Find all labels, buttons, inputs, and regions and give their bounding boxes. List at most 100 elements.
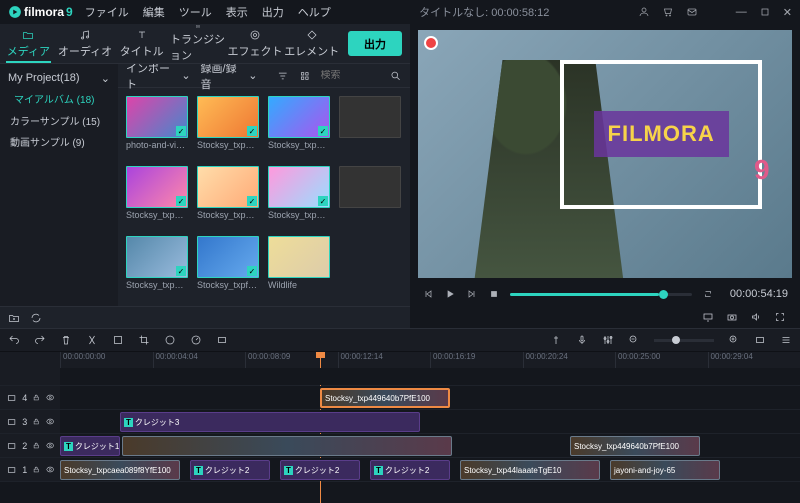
split-icon[interactable]	[86, 334, 98, 346]
timeline: 00:00:00:0000:00:04:0400:00:08:0900:00:1…	[0, 352, 800, 503]
tab-transitions[interactable]: トランジション	[170, 24, 227, 63]
media-thumb[interactable]: ✓Stocksy_txp12c3f4...	[268, 96, 331, 158]
zoom-fit-icon[interactable]	[754, 334, 766, 346]
timeline-clip[interactable]: Stocksy_txp449640b7PfE100	[320, 388, 450, 408]
timeline-clip[interactable]: Tクレジット1	[60, 436, 120, 456]
fullscreen-icon[interactable]	[774, 311, 786, 323]
lock-icon[interactable]	[32, 465, 40, 474]
grid-view-icon[interactable]	[299, 70, 311, 82]
track-body[interactable]: Tクレジット3	[60, 410, 800, 433]
eye-icon[interactable]	[46, 417, 54, 426]
export-button[interactable]: 出力	[348, 31, 402, 56]
media-thumb[interactable]: ✓Stocksy_txp449640...	[197, 166, 260, 228]
lock-icon[interactable]	[32, 393, 40, 402]
close-button[interactable]: ✕	[783, 6, 792, 19]
marker-icon[interactable]	[550, 334, 562, 346]
project-folder[interactable]: My Project(18)⌄	[6, 68, 112, 89]
stop-button[interactable]	[488, 288, 500, 300]
track-body[interactable]: Stocksy_txp449640b7PfE100	[60, 386, 800, 409]
undo-icon[interactable]	[8, 334, 20, 346]
tab-media[interactable]: メディア	[0, 24, 57, 63]
sidebar-item-video[interactable]: 動画サンプル (9)	[6, 131, 112, 152]
menu-view[interactable]: 表示	[226, 4, 248, 20]
eye-icon[interactable]	[46, 393, 54, 402]
my-album[interactable]: マイアルバム (18)	[6, 89, 112, 110]
media-thumb[interactable]: ✓Stocksy_txpcaea08...	[126, 236, 189, 298]
cart-icon[interactable]	[662, 6, 674, 18]
checkmark-icon: ✓	[247, 126, 257, 136]
preview-scrubber[interactable]	[510, 293, 692, 296]
media-thumb[interactable]: Wildlife	[268, 236, 331, 298]
delete-icon[interactable]	[60, 334, 72, 346]
zoom-slider[interactable]	[654, 339, 714, 342]
media-thumb[interactable]: ✓Stocksy_txpa6341a...	[268, 166, 331, 228]
menu-file[interactable]: ファイル	[85, 4, 129, 20]
media-thumb[interactable]: ✓Stocksy_txpfd042c...	[197, 236, 260, 298]
speed-icon[interactable]	[190, 334, 202, 346]
tab-elements[interactable]: エレメント	[283, 24, 340, 63]
eye-icon[interactable]	[46, 465, 54, 474]
add-folder-icon[interactable]	[8, 312, 20, 324]
timeline-clip[interactable]: Tクレジット2	[280, 460, 360, 480]
redo-icon[interactable]	[34, 334, 46, 346]
tab-titles[interactable]: タイトル	[113, 24, 170, 63]
color-icon[interactable]	[164, 334, 176, 346]
timeline-clip[interactable]: Tクレジット3	[120, 412, 420, 432]
timeline-clip[interactable]: Stocksy_txpcaea089f8YfE100	[60, 460, 180, 480]
play-button[interactable]	[444, 288, 456, 300]
maximize-button[interactable]	[759, 6, 771, 18]
track-body[interactable]: Tクレジット1 Stocksy_txp449640b7PfE100	[60, 434, 800, 457]
voiceover-icon[interactable]	[576, 334, 588, 346]
media-thumb[interactable]: ✓photo-and-video-e...	[126, 96, 189, 158]
loop-icon[interactable]	[702, 288, 714, 300]
volume-icon[interactable]	[750, 311, 762, 323]
track-head[interactable]: 4	[0, 386, 60, 409]
display-icon[interactable]	[702, 311, 714, 323]
menu-tools[interactable]: ツール	[179, 4, 212, 20]
crop-icon[interactable]	[138, 334, 150, 346]
filter-icon[interactable]	[277, 70, 289, 82]
timeline-clip[interactable]	[122, 436, 452, 456]
menu-output[interactable]: 出力	[262, 4, 284, 20]
media-thumb[interactable]	[339, 166, 402, 228]
edit-clip-icon[interactable]	[112, 334, 124, 346]
minimize-button[interactable]: —	[736, 6, 747, 18]
timeline-clip[interactable]: Stocksy_txp449640b7PfE100	[570, 436, 700, 456]
timeline-clip[interactable]: Stocksy_txp44laaateTgE10	[460, 460, 600, 480]
media-thumb[interactable]	[339, 96, 402, 158]
tab-effects[interactable]: エフェクト	[227, 24, 284, 63]
green-screen-icon[interactable]	[216, 334, 228, 346]
zoom-in-icon[interactable]	[728, 334, 740, 346]
search-input[interactable]	[320, 70, 380, 81]
tab-audio[interactable]: オーディオ	[57, 24, 114, 63]
lock-icon[interactable]	[32, 441, 40, 450]
checkmark-icon: ✓	[176, 266, 186, 276]
media-thumb[interactable]: ✓Stocksy_txp449640...	[126, 166, 189, 228]
mixer-icon[interactable]	[602, 334, 614, 346]
transition-icon	[192, 24, 204, 29]
snapshot-icon[interactable]	[726, 311, 738, 323]
zoom-out-icon[interactable]	[628, 334, 640, 346]
timeline-clip[interactable]: Tクレジット2	[190, 460, 270, 480]
track-head[interactable]: 3	[0, 410, 60, 433]
eye-icon[interactable]	[46, 441, 54, 450]
track-head[interactable]: 1	[0, 458, 60, 481]
next-frame-button[interactable]	[466, 288, 478, 300]
menu-edit[interactable]: 編集	[143, 4, 165, 20]
refresh-icon[interactable]	[30, 312, 42, 324]
account-icon[interactable]	[638, 6, 650, 18]
menu-help[interactable]: ヘルプ	[298, 4, 331, 20]
track-manager-icon[interactable]	[780, 334, 792, 346]
preview-viewport[interactable]: FILMORA 9	[418, 30, 792, 278]
track-head[interactable]: 2	[0, 434, 60, 457]
timeline-clip[interactable]: jayoni-and-joy-65	[610, 460, 720, 480]
timeline-clip[interactable]: Tクレジット2	[370, 460, 450, 480]
timeline-ruler[interactable]: 00:00:00:0000:00:04:0400:00:08:0900:00:1…	[0, 352, 800, 368]
prev-frame-button[interactable]	[422, 288, 434, 300]
lock-icon[interactable]	[32, 417, 40, 426]
message-icon[interactable]	[686, 6, 698, 18]
media-thumb[interactable]: ✓Stocksy_txp4dcd32...	[197, 96, 260, 158]
track-body[interactable]: Stocksy_txpcaea089f8YfE100 Tクレジット2 Tクレジット2…	[60, 458, 800, 481]
search-icon[interactable]	[390, 70, 402, 82]
sidebar-item-color[interactable]: カラーサンプル (15)	[6, 110, 112, 131]
